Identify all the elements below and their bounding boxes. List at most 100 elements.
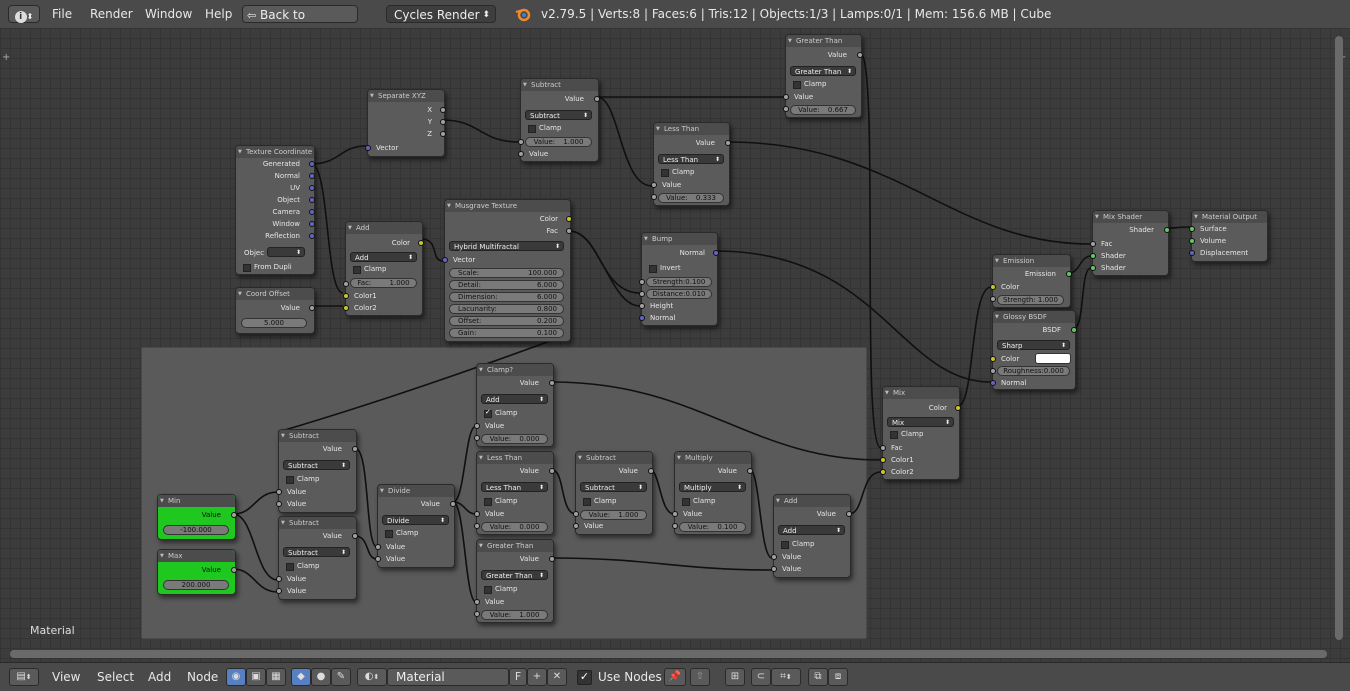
node-max-value[interactable]: Max Value 200.000	[157, 549, 237, 595]
socket[interactable]	[276, 489, 282, 495]
menu-window[interactable]: Window	[145, 5, 192, 23]
scale-field[interactable]: Scale: 100.000	[449, 268, 564, 278]
socket[interactable]	[573, 523, 579, 529]
strength-field[interactable]: Strength:0.100	[646, 277, 712, 287]
node-subtract-top[interactable]: Subtract Value Subtract Clamp Value: 1.0…	[518, 78, 600, 162]
socket[interactable]	[440, 131, 446, 137]
socket[interactable]	[474, 423, 480, 429]
value-field[interactable]: Value: 0.333	[658, 193, 724, 203]
socket[interactable]	[549, 556, 555, 562]
socket[interactable]	[880, 445, 886, 451]
menu-file[interactable]: File	[52, 5, 72, 23]
from-dupli-checkbox[interactable]	[243, 264, 251, 272]
socket[interactable]	[639, 291, 645, 297]
node-add-bottom[interactable]: Add Value Add Clamp Value Value	[771, 494, 852, 578]
snap-element-select[interactable]: ⌗⬍	[771, 668, 801, 686]
musgrave-type-select[interactable]: Hybrid Multifractal	[449, 241, 564, 252]
strength-field[interactable]: Strength: 1.000	[997, 295, 1064, 305]
socket[interactable]	[418, 240, 424, 246]
socket[interactable]	[573, 511, 579, 517]
socket[interactable]	[747, 468, 753, 474]
socket[interactable]	[990, 296, 996, 302]
socket[interactable]	[651, 182, 657, 188]
clamp-checkbox[interactable]	[528, 125, 536, 133]
value-field[interactable]: Value: 1.000	[580, 510, 647, 520]
clamp-checkbox[interactable]	[484, 408, 492, 418]
clamp-checkbox[interactable]	[286, 476, 294, 484]
editor-type-button[interactable]: i ⬍	[8, 5, 40, 23]
distance-field[interactable]: Distance:0.010	[646, 289, 712, 299]
socket[interactable]	[1189, 238, 1195, 244]
socket[interactable]	[639, 279, 645, 285]
socket[interactable]	[474, 611, 480, 617]
clamp-checkbox[interactable]	[484, 586, 492, 594]
node-clamp[interactable]: Clamp? Value Add Clamp Value Value: 0.00…	[474, 363, 555, 447]
value-field[interactable]: Value: 1.000	[481, 610, 548, 620]
menu-view[interactable]: View	[52, 668, 80, 686]
socket[interactable]	[651, 194, 657, 200]
detail-field[interactable]: Detail: 6.000	[449, 280, 564, 290]
use-nodes-checkbox[interactable]: ✓	[577, 670, 592, 685]
fake-user-button[interactable]: F	[509, 668, 527, 686]
socket[interactable]	[771, 554, 777, 560]
world-shader-button[interactable]: ●	[311, 668, 331, 686]
socket[interactable]	[990, 380, 996, 386]
socket[interactable]	[352, 446, 358, 452]
math-mode-select[interactable]: Greater Than	[790, 66, 856, 77]
material-name-field[interactable]: Material	[387, 668, 509, 686]
roughness-field[interactable]: Roughness:0.000	[997, 366, 1070, 376]
node-glossy-bsdf[interactable]: Glossy BSDF BSDF Sharp Color Roughness:0…	[990, 310, 1077, 390]
socket[interactable]	[518, 151, 524, 157]
socket[interactable]	[846, 511, 852, 517]
new-material-button[interactable]: +	[527, 668, 547, 686]
math-mode-select[interactable]: Add	[481, 394, 548, 405]
node-texture-coordinate[interactable]: Texture Coordinate Generated Normal UV O…	[235, 145, 315, 275]
socket[interactable]	[450, 501, 456, 507]
socket[interactable]	[1189, 250, 1195, 256]
node-min-value[interactable]: Min Value -100.000	[157, 494, 237, 540]
distribution-select[interactable]: Sharp	[997, 340, 1070, 351]
socket[interactable]	[771, 566, 777, 572]
menu-render[interactable]: Render	[90, 5, 133, 23]
math-mode-select[interactable]: Subtract	[525, 110, 592, 121]
socket[interactable]	[880, 457, 886, 463]
socket[interactable]	[343, 305, 349, 311]
node-subtract-b[interactable]: Subtract Value Subtract Clamp Value Valu…	[276, 516, 358, 600]
clamp-checkbox[interactable]	[781, 541, 789, 549]
socket[interactable]	[1164, 227, 1170, 233]
socket[interactable]	[648, 468, 654, 474]
socket[interactable]	[474, 511, 480, 517]
clamp-checkbox[interactable]	[890, 431, 898, 439]
node-mix-shader[interactable]: Mix Shader Shader Fac Shader Shader	[1090, 210, 1170, 276]
socket[interactable]	[955, 405, 961, 411]
shader-tree-button[interactable]: ◉	[226, 668, 246, 686]
socket[interactable]	[594, 96, 600, 102]
editor-type-button[interactable]: ▤⬍	[9, 668, 39, 686]
socket[interactable]	[442, 257, 448, 263]
socket[interactable]	[783, 94, 789, 100]
node-emission[interactable]: Emission Emission Color Strength: 1.000	[990, 254, 1072, 308]
socket[interactable]	[309, 233, 315, 239]
math-mode-select[interactable]: Subtract	[580, 482, 647, 493]
math-mode-select[interactable]: Subtract	[283, 547, 350, 558]
socket[interactable]	[990, 284, 996, 290]
node-subtract-a[interactable]: Subtract Value Subtract Clamp Value Valu…	[276, 429, 358, 513]
node-divide[interactable]: Divide Value Divide Clamp Value Value	[375, 484, 456, 568]
socket[interactable]	[440, 119, 446, 125]
lacunarity-field[interactable]: Lacunarity: 0.800	[449, 304, 564, 314]
node-greater-than-bottom[interactable]: Greater Than Value Greater Than Clamp Va…	[474, 539, 555, 623]
menu-select[interactable]: Select	[97, 668, 134, 686]
clamp-checkbox[interactable]	[583, 498, 591, 506]
node-separate-xyz[interactable]: Separate XYZ X Y Z Vector	[365, 89, 446, 157]
socket[interactable]	[857, 52, 863, 58]
value-field[interactable]: Value: 0.000	[481, 434, 548, 444]
menu-node[interactable]: Node	[187, 668, 218, 686]
node-add-mixrgb[interactable]: Add Color Add Clamp Fac: 1.000 Color1 Co…	[343, 221, 424, 316]
socket[interactable]	[309, 305, 315, 311]
socket[interactable]	[566, 216, 572, 222]
clamp-checkbox[interactable]	[353, 266, 361, 274]
blend-mode-select[interactable]: Mix	[887, 417, 954, 428]
compositor-tree-button[interactable]: ▣	[246, 668, 266, 686]
value-field[interactable]: -100.000	[163, 525, 229, 535]
value-field[interactable]: Value: 0.100	[679, 522, 746, 532]
